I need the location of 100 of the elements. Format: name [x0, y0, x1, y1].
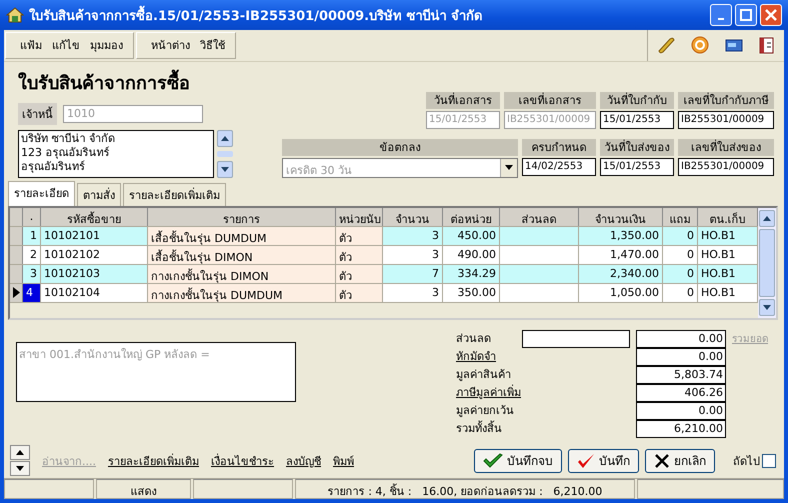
discount-field[interactable] [522, 330, 630, 348]
table-cell: 450.00 [443, 226, 500, 245]
minimize-button[interactable] [710, 4, 732, 26]
table-cell: 0 [663, 226, 698, 245]
menu-item[interactable]: แฟ้ม [20, 36, 42, 54]
column-label: วันที่ใบกำกับ [600, 92, 674, 109]
total-value: 5,803.74 [636, 366, 726, 384]
record-navigator[interactable] [10, 445, 30, 476]
column-label: วันที่ใบส่งของ [600, 138, 674, 156]
text-field[interactable]: 15/01/2553 [600, 158, 674, 176]
save-button[interactable]: บันทึก [568, 448, 639, 473]
scroll-thumb[interactable] [217, 150, 233, 157]
menu-item[interactable]: แก้ไข [52, 36, 80, 54]
down-arrow-icon [16, 466, 24, 472]
close-icon [654, 452, 670, 469]
address-box[interactable]: บริษัท ซาบีน่า จำกัด 123 อรุณอัมรินทร์ อรุณอัมรินทร์ [18, 130, 214, 178]
column-header[interactable]: ส่วนลด [500, 208, 579, 226]
column-header[interactable]: . [23, 208, 41, 226]
checkbox-label: ถัดไป [733, 454, 760, 470]
table-cell: 1,350.00 [579, 226, 663, 245]
calendar-icon[interactable] [758, 35, 776, 56]
close-icon [765, 9, 777, 21]
table-cell: 2,340.00 [579, 264, 663, 283]
house-icon [6, 7, 24, 23]
table-cell: ตัว [336, 284, 383, 302]
menu-item[interactable]: วิธีใช้ [200, 36, 225, 54]
table-cell: ตัว [336, 264, 383, 283]
total-value: 406.26 [636, 384, 726, 402]
column-label: วันที่เอกสาร [426, 92, 500, 109]
down-arrow-icon [763, 304, 771, 310]
check-icon [577, 452, 595, 469]
text-field[interactable]: 15/01/2553 [600, 110, 674, 129]
column-header[interactable]: จำนวนเงิน [579, 208, 663, 226]
maximize-button[interactable] [735, 4, 757, 26]
address-line: อรุณอัมรินทร์ [21, 160, 86, 174]
scrollbar[interactable] [758, 208, 776, 318]
text-field[interactable]: 14/02/2553 [522, 158, 596, 176]
field-label: เจ้าหนี้ [18, 102, 57, 125]
table-cell: 1,470.00 [579, 246, 663, 264]
table-cell: ตัว [336, 246, 383, 264]
table-cell: กางเกงชั้นในรุ่น DIMON [148, 264, 336, 283]
total-label: มูลค่าสินค้า [456, 366, 512, 383]
total-link[interactable]: หักมัดจำ [456, 348, 522, 366]
table-cell: 4 [23, 284, 41, 302]
maximize-icon [740, 9, 752, 21]
table-cell: กางเกงชั้นในรุ่น DUMDUM [148, 284, 336, 302]
column-label: ข้อตกลง [282, 138, 518, 156]
caret-icon [505, 165, 513, 170]
text-field[interactable]: IB255301/00009 [678, 110, 774, 129]
table-cell: ตัว [336, 226, 383, 245]
column-header[interactable]: แถม [663, 208, 698, 226]
total-link[interactable]: ภาษีมูลค่าเพิ่ม [456, 384, 522, 402]
table-cell: 0 [663, 246, 698, 264]
column-header[interactable]: หน่วยนับ [336, 208, 383, 226]
table-cell: 1,050.00 [579, 284, 663, 302]
row-indicator[interactable] [10, 284, 23, 302]
menu-item[interactable]: มุมมอง [90, 36, 123, 54]
table-cell: 0 [663, 284, 698, 302]
column-label: เลขที่เอกสาร [504, 92, 596, 109]
save-button[interactable]: บันทึกจบ [474, 448, 562, 473]
action-link[interactable]: เงื่อนไขชำระ [211, 452, 274, 470]
up-arrow-icon [763, 216, 771, 221]
action-link[interactable]: รายละเอียดเพิ่มเติม [108, 452, 199, 470]
up-arrow-icon [221, 136, 229, 141]
target-icon[interactable] [690, 35, 710, 56]
table-cell: 2 [23, 246, 41, 264]
close-button[interactable] [760, 4, 782, 26]
column-header[interactable]: จำนวน [383, 208, 443, 226]
next-checkbox[interactable] [762, 454, 776, 468]
table-cell: เสื้อชั้นในรุ่น DUMDUM [148, 226, 336, 245]
table-cell: 3 [383, 246, 443, 264]
tab[interactable]: รายละเอียด [8, 180, 75, 206]
column-header[interactable]: รายการ [148, 208, 336, 226]
pointer-icon [12, 287, 20, 298]
column-header[interactable]: ต่อหน่วย [443, 208, 500, 226]
form-heading: ใบรับสินค้าจากการซื้อ [18, 68, 278, 97]
menu-item[interactable]: หน้าต่าง [151, 36, 190, 54]
tab[interactable]: ตามสั่ง [77, 182, 121, 206]
column-label: เลขที่ใบส่งของ [678, 138, 774, 156]
column-label: ครบกำหนด [522, 138, 596, 156]
scroll-thumb[interactable] [759, 228, 775, 297]
tab[interactable]: รายละเอียดเพิ่มเติม [123, 182, 226, 206]
up-arrow-icon [16, 450, 24, 456]
status-panel: รายการ : 4, ชิ้น : 16.00, ยอดก่อนลดรวม : 6,210.00 [295, 479, 635, 499]
action-link[interactable]: ลงบัญชี [286, 452, 321, 470]
cancel-button[interactable]: ยกเลิก [645, 448, 715, 473]
column-header[interactable]: รหัสซื้อขาย [41, 208, 148, 226]
table-cell: เสื้อชั้นในรุ่น DIMON [148, 246, 336, 264]
scrollbar[interactable] [217, 130, 233, 178]
action-link[interactable]: พิมพ์ [333, 452, 354, 470]
table-cell: 3 [383, 226, 443, 245]
check-icon [483, 452, 503, 469]
minimize-icon [718, 18, 724, 20]
table-cell: 1 [23, 226, 41, 245]
table-cell: 3 [23, 264, 41, 283]
column-label: เลขที่ใบกำกับภาษี [678, 92, 774, 109]
total-label: รวมทั้งสิ้น [456, 420, 503, 437]
table-cell: 350.00 [443, 284, 500, 302]
window-title: ใบรับสินค้าจากการซื้อ.15/01/2553-IB255301/00009.บริษัท ซาบีน่า จำกัด [29, 4, 705, 26]
text-field[interactable]: IB255301/00009 [678, 158, 774, 176]
